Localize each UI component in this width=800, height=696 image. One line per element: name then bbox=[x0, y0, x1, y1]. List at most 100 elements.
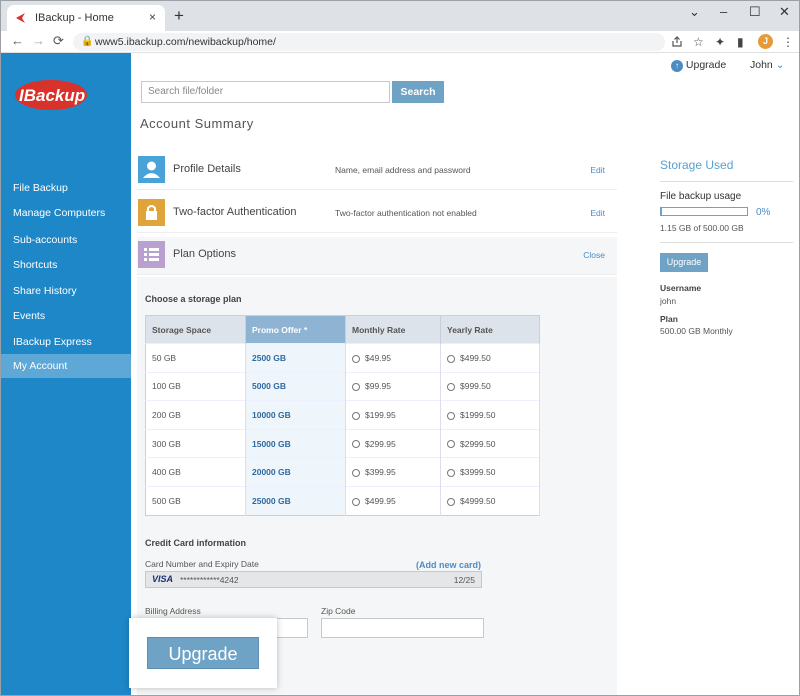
radio-button[interactable] bbox=[352, 354, 360, 363]
radio-button[interactable] bbox=[352, 440, 360, 449]
sidebar-item-shortcuts[interactable]: Shortcuts bbox=[1, 253, 131, 277]
two-factor-edit-link[interactable]: Edit bbox=[590, 208, 605, 218]
storage-space-cell: 100 GB bbox=[145, 371, 246, 401]
profile-details-desc: Name, email address and password bbox=[335, 165, 471, 175]
profile-avatar[interactable]: J bbox=[758, 34, 773, 49]
card-expiry: 12/25 bbox=[453, 575, 475, 585]
table-row: 300 GB 15000 GB $299.95 $2999.50 bbox=[145, 428, 540, 458]
cell-text: 200 GB bbox=[152, 409, 181, 420]
cell-text: $499.50 bbox=[460, 352, 491, 363]
monthly-rate-option[interactable]: $399.95 bbox=[345, 457, 441, 487]
radio-button[interactable] bbox=[447, 354, 455, 363]
card-number-field: VISA ************4242 12/25 bbox=[145, 571, 482, 588]
radio-button[interactable] bbox=[447, 440, 455, 449]
extensions-icon[interactable]: ✦ bbox=[715, 35, 725, 49]
forward-icon[interactable]: → bbox=[32, 33, 45, 48]
sidebar-item-my-account[interactable]: My Account bbox=[1, 354, 131, 378]
tab-bar: IBackup - Home × + ⌄ – ☐ ✕ bbox=[1, 1, 799, 31]
yearly-rate-option[interactable]: $1999.50 bbox=[440, 400, 540, 430]
cell-text: $3999.50 bbox=[460, 467, 496, 478]
table-row: 500 GB 25000 GB $499.95 $4999.50 bbox=[145, 485, 540, 516]
plan-options-row[interactable]: Plan Options Close bbox=[137, 237, 617, 275]
sidebar-item-events[interactable]: Events bbox=[1, 304, 131, 328]
reload-icon[interactable]: ⟳ bbox=[53, 33, 64, 49]
upgrade-callout: Upgrade bbox=[129, 618, 277, 688]
yearly-rate-option[interactable]: $4999.50 bbox=[440, 485, 540, 516]
zip-code-input[interactable] bbox=[321, 618, 484, 638]
credit-card-heading: Credit Card information bbox=[145, 538, 247, 548]
table-row: 200 GB 10000 GB $199.95 $1999.50 bbox=[145, 400, 540, 430]
monthly-rate-option[interactable]: $49.95 bbox=[345, 343, 441, 373]
profile-edit-link[interactable]: Edit bbox=[590, 165, 605, 175]
url-field[interactable]: 🔒 www5.ibackup.com/newibackup/home/ bbox=[73, 33, 665, 51]
radio-button[interactable] bbox=[447, 497, 455, 506]
minimize-button[interactable]: – bbox=[720, 4, 727, 19]
monthly-rate-option[interactable]: $499.95 bbox=[345, 485, 441, 516]
radio-button[interactable] bbox=[352, 383, 360, 392]
radio-button[interactable] bbox=[352, 411, 360, 420]
lock-icon: 🔒 bbox=[81, 36, 94, 47]
sidebar: IBackup File Backup Manage Computers Sub… bbox=[1, 53, 131, 695]
cell-text: $1999.50 bbox=[460, 409, 496, 420]
username-value: john bbox=[660, 296, 677, 306]
monthly-rate-option[interactable]: $99.95 bbox=[345, 371, 441, 401]
sidebar-item-file-backup[interactable]: File Backup bbox=[1, 176, 131, 200]
add-new-card-link[interactable]: (Add new card) bbox=[416, 560, 481, 570]
bookmark-star-icon[interactable]: ☆ bbox=[693, 35, 704, 49]
maximize-button[interactable]: ☐ bbox=[749, 4, 761, 20]
cell-text: $299.95 bbox=[365, 438, 396, 449]
two-factor-desc: Two-factor authentication not enabled bbox=[335, 208, 477, 218]
yearly-rate-option[interactable]: $999.50 bbox=[440, 371, 540, 401]
cell-text: 500 GB bbox=[152, 495, 181, 506]
browser-window: IBackup - Home × + ⌄ – ☐ ✕ ← → ⟳ 🔒 www5.… bbox=[0, 0, 800, 696]
cell-text: $199.95 bbox=[365, 409, 396, 420]
radio-button[interactable] bbox=[447, 383, 455, 392]
search-button[interactable]: Search bbox=[392, 81, 444, 103]
browser-tab[interactable]: IBackup - Home × bbox=[7, 5, 165, 31]
promo-offer-cell: 5000 GB bbox=[245, 371, 346, 401]
cell-text: $2999.50 bbox=[460, 438, 496, 449]
search-input[interactable]: Search file/folder bbox=[141, 81, 390, 103]
browser-menu-icon[interactable]: ⋮ bbox=[782, 35, 794, 49]
tab-title: IBackup - Home bbox=[35, 12, 114, 24]
storage-upgrade-button[interactable]: Upgrade bbox=[660, 253, 708, 272]
profile-details-row[interactable]: Profile Details Name, email address and … bbox=[137, 152, 617, 190]
user-menu[interactable]: John ⌄ bbox=[750, 59, 785, 71]
cell-text: 20000 GB bbox=[252, 467, 291, 478]
two-factor-title: Two-factor Authentication bbox=[173, 206, 297, 218]
share-icon[interactable] bbox=[671, 36, 683, 48]
cell-text: 100 GB bbox=[152, 381, 181, 392]
tab-close-icon[interactable]: × bbox=[149, 10, 156, 24]
header-upgrade-link[interactable]: ↑ Upgrade bbox=[671, 59, 726, 72]
col-monthly-rate: Monthly Rate bbox=[345, 315, 441, 344]
plan-close-link[interactable]: Close bbox=[583, 250, 605, 260]
header-upgrade-label: Upgrade bbox=[685, 59, 727, 71]
close-window-button[interactable]: ✕ bbox=[779, 4, 790, 20]
address-bar: ← → ⟳ 🔒 www5.ibackup.com/newibackup/home… bbox=[1, 31, 799, 53]
two-factor-row[interactable]: Two-factor Authentication Two-factor aut… bbox=[137, 195, 617, 233]
upgrade-button[interactable]: Upgrade bbox=[147, 637, 259, 669]
promo-offer-cell: 25000 GB bbox=[245, 485, 346, 516]
yearly-rate-option[interactable]: $3999.50 bbox=[440, 457, 540, 487]
storage-space-cell: 50 GB bbox=[145, 343, 246, 373]
side-panel-icon[interactable]: ▮ bbox=[737, 35, 744, 49]
sidebar-item-sub-accounts[interactable]: Sub-accounts bbox=[1, 228, 131, 252]
radio-button[interactable] bbox=[447, 468, 455, 477]
monthly-rate-option[interactable]: $299.95 bbox=[345, 428, 441, 458]
yearly-rate-option[interactable]: $499.50 bbox=[440, 343, 540, 373]
sidebar-item-manage-computers[interactable]: Manage Computers bbox=[1, 201, 131, 225]
username-label: Username bbox=[660, 283, 702, 293]
monthly-rate-option[interactable]: $199.95 bbox=[345, 400, 441, 430]
tab-search-icon[interactable]: ⌄ bbox=[689, 4, 700, 20]
back-icon[interactable]: ← bbox=[11, 33, 24, 48]
storage-space-cell: 500 GB bbox=[145, 485, 246, 516]
list-icon bbox=[138, 241, 165, 268]
ibackup-logo[interactable]: IBackup bbox=[15, 78, 111, 112]
radio-button[interactable] bbox=[447, 411, 455, 420]
sidebar-item-share-history[interactable]: Share History bbox=[1, 279, 131, 303]
sidebar-item-ibackup-express[interactable]: IBackup Express bbox=[1, 330, 131, 354]
radio-button[interactable] bbox=[352, 497, 360, 506]
new-tab-button[interactable]: + bbox=[174, 6, 184, 26]
radio-button[interactable] bbox=[352, 468, 360, 477]
yearly-rate-option[interactable]: $2999.50 bbox=[440, 428, 540, 458]
